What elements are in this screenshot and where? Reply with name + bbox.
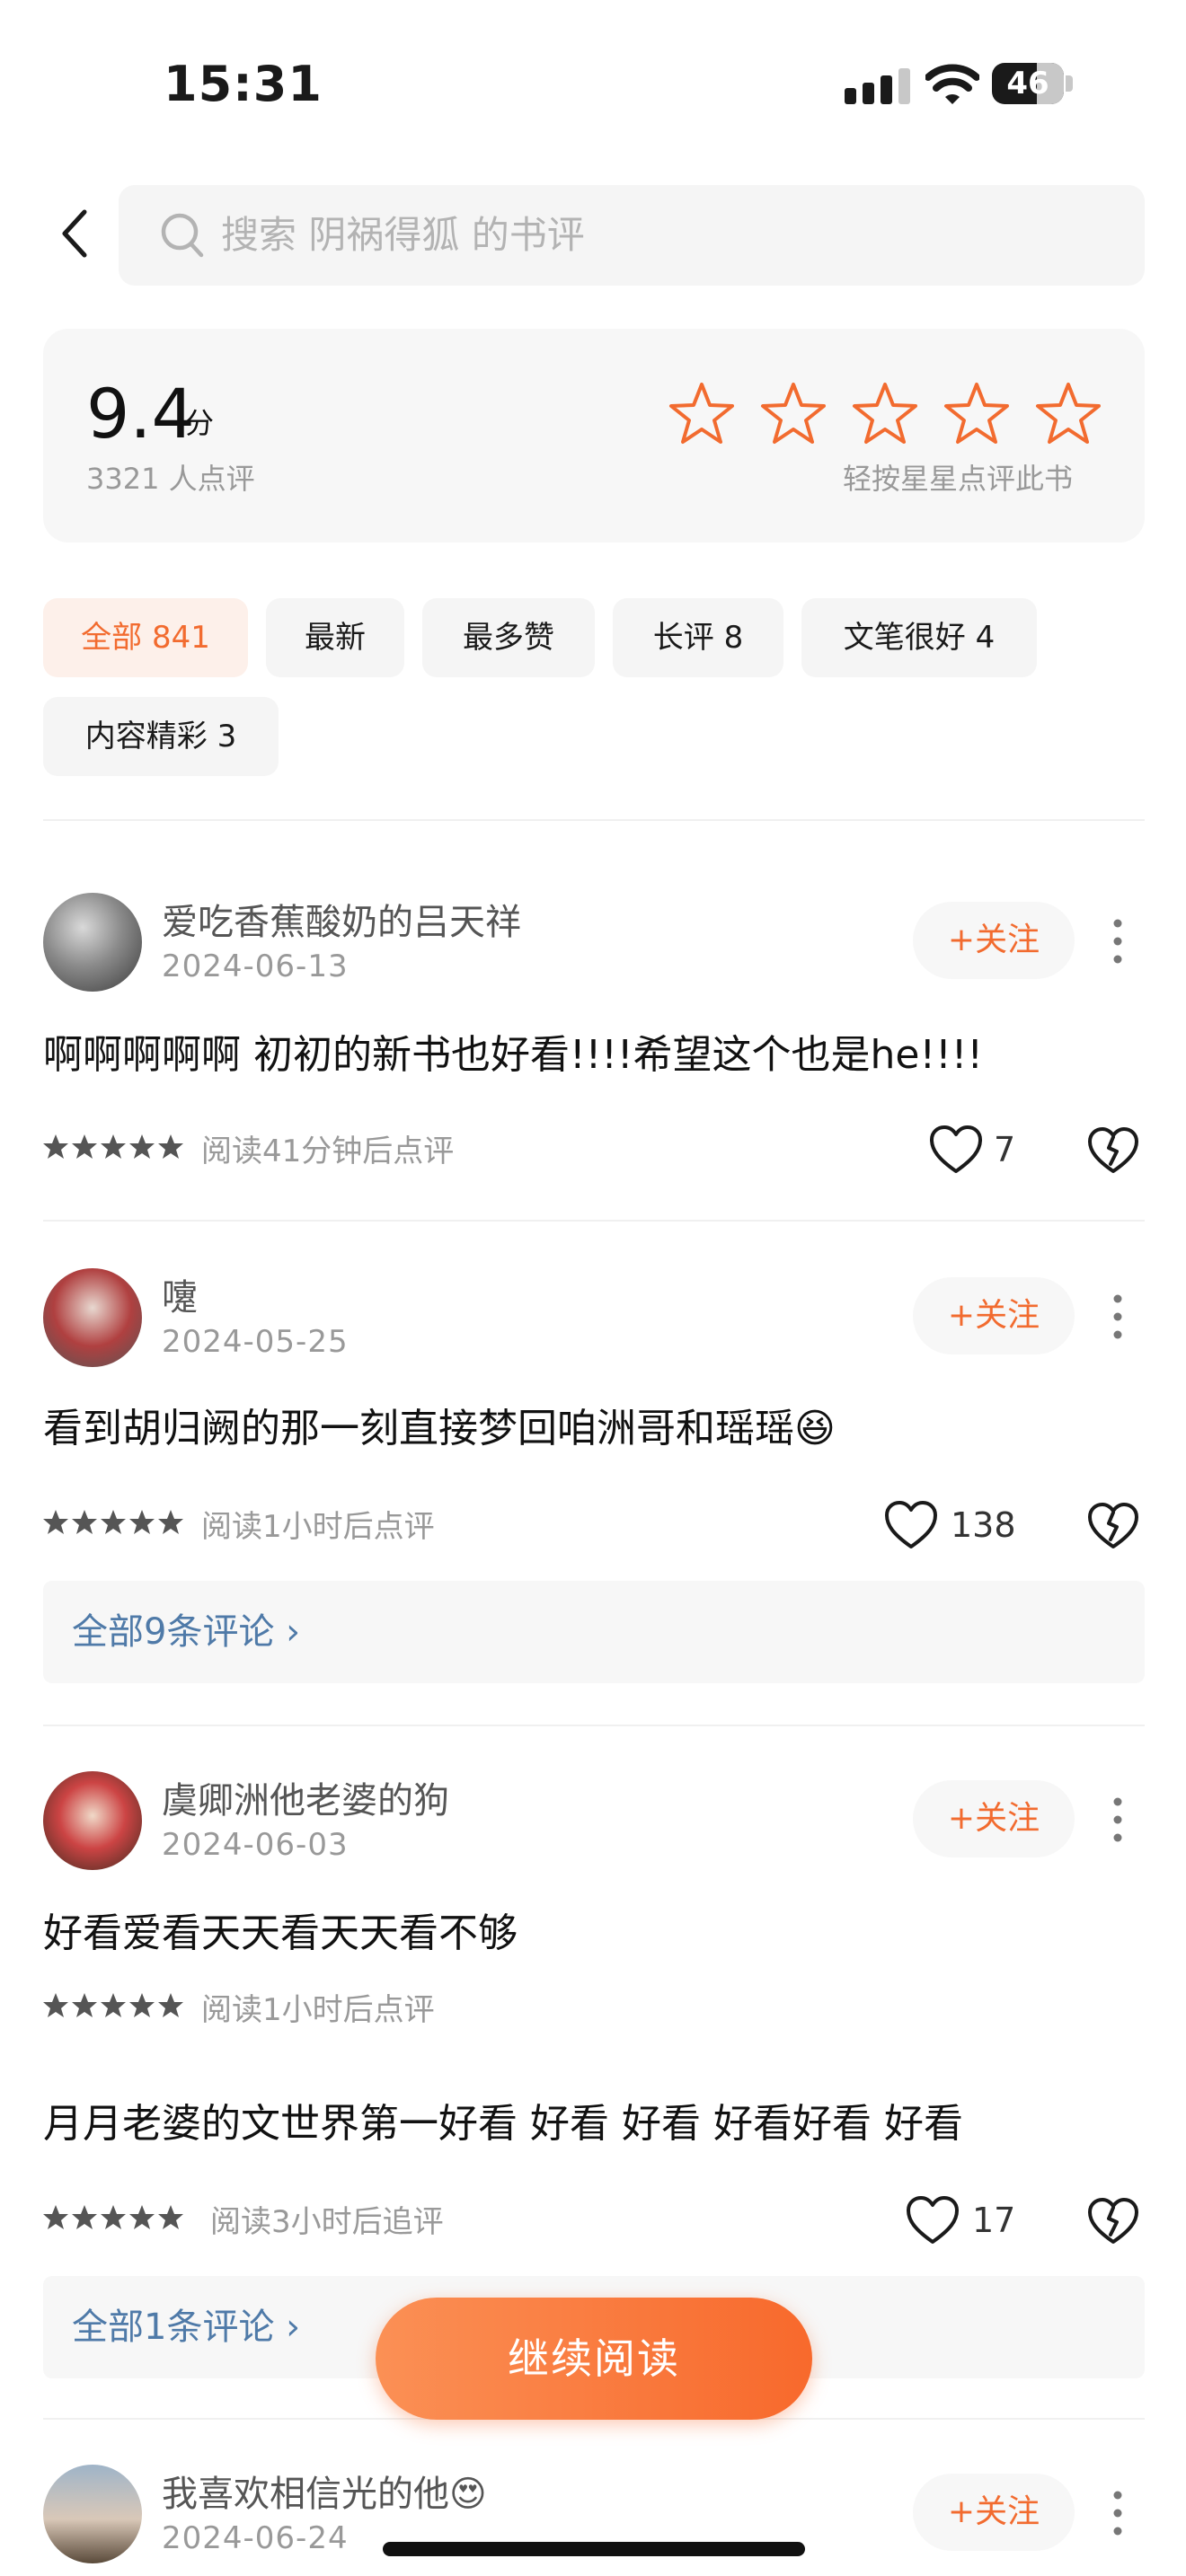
follow-button[interactable]: +关注	[913, 2474, 1075, 2551]
star-filled-icon	[129, 1510, 155, 1534]
wifi-icon	[925, 64, 979, 104]
filter-great-content[interactable]: 内容精彩 3	[43, 697, 279, 776]
average-score: 9.4	[86, 374, 195, 454]
review-username[interactable]: 嚔	[162, 1268, 198, 1320]
follow-button[interactable]: +关注	[913, 1780, 1075, 1857]
back-arrow-icon[interactable]	[54, 207, 99, 260]
review-rating-stars	[43, 1992, 187, 2019]
divider	[43, 1725, 1145, 1726]
review-content[interactable]: 好看爱看天天看天天看不够	[43, 1901, 518, 1958]
rating-count: 3321 人点评	[86, 462, 255, 496]
heart-outline-icon[interactable]	[906, 2195, 960, 2245]
filter-most-liked[interactable]: 最多赞	[422, 598, 595, 677]
review-date: 2024-06-13	[162, 948, 349, 984]
status-time: 15:31	[164, 56, 323, 112]
star-outline-icon[interactable]	[760, 381, 827, 446]
like-count: 17	[972, 2201, 1016, 2240]
filter-all[interactable]: 全部 841	[43, 598, 248, 677]
star-filled-icon	[158, 1510, 183, 1534]
followup-review-content[interactable]: 月月老婆的文世界第一好看 好看 好看 好看好看 好看	[43, 2091, 963, 2148]
more-vertical-icon[interactable]	[1109, 2486, 1127, 2540]
star-filled-icon	[158, 2205, 183, 2229]
star-filled-icon	[72, 1993, 97, 2017]
filter-latest[interactable]: 最新	[266, 598, 404, 677]
star-outline-icon[interactable]	[1035, 381, 1102, 446]
star-outline-icon[interactable]	[668, 381, 735, 446]
followup-meta: 阅读3小时后追评	[210, 2204, 444, 2240]
star-outline-icon[interactable]	[943, 381, 1010, 446]
star-filled-icon	[101, 1993, 126, 2017]
star-filled-icon	[43, 2205, 68, 2229]
review-date: 2024-06-03	[162, 1827, 349, 1863]
review-content[interactable]: 啊啊啊啊啊 初初的新书也好看!!!!希望这个也是he!!!!	[43, 1022, 983, 1080]
follow-button[interactable]: +关注	[913, 1277, 1075, 1354]
review-date: 2024-06-24	[162, 2520, 349, 2556]
review-username[interactable]: 我喜欢相信光的他😍	[162, 2465, 487, 2517]
review-meta: 阅读41分钟后点评	[201, 1134, 455, 1169]
like-count: 138	[951, 1505, 1016, 1545]
star-filled-icon	[72, 2205, 97, 2229]
star-filled-icon	[158, 1993, 183, 2017]
star-filled-icon	[129, 1134, 155, 1159]
rate-hint: 轻按星星点评此书	[843, 462, 1074, 496]
star-filled-icon	[43, 1510, 68, 1534]
review-meta: 阅读1小时后点评	[201, 1509, 435, 1545]
avatar[interactable]	[43, 1268, 142, 1367]
review-rating-stars	[43, 1134, 187, 1160]
avatar[interactable]	[43, 1771, 142, 1870]
battery-icon: 46	[992, 63, 1075, 104]
continue-reading-button[interactable]: 继续阅读	[376, 2298, 812, 2420]
star-outline-icon[interactable]	[852, 381, 918, 446]
star-filled-icon	[101, 2205, 126, 2229]
star-filled-icon	[158, 1134, 183, 1159]
followup-rating-stars	[43, 2204, 187, 2231]
cellular-signal-icon	[845, 68, 910, 104]
view-all-comments-link[interactable]: 全部1条评论 ›	[43, 2276, 300, 2378]
avatar[interactable]	[43, 893, 142, 992]
filter-long-review[interactable]: 长评 8	[613, 598, 783, 677]
divider	[43, 1220, 1145, 1222]
star-filled-icon	[72, 1510, 97, 1534]
review-username[interactable]: 爱吃香蕉酸奶的吕天祥	[162, 893, 521, 945]
star-filled-icon	[129, 2205, 155, 2229]
heart-outline-icon[interactable]	[929, 1125, 983, 1175]
review-rating-stars	[43, 1509, 187, 1536]
star-filled-icon	[129, 1993, 155, 2017]
more-vertical-icon[interactable]	[1109, 1290, 1127, 1344]
more-vertical-icon[interactable]	[1109, 914, 1127, 968]
star-filled-icon	[72, 1134, 97, 1159]
follow-button[interactable]: +关注	[913, 902, 1075, 979]
score-unit: 分	[185, 406, 215, 440]
view-all-comments-link[interactable]: 全部9条评论 ›	[43, 1581, 300, 1683]
broken-heart-icon[interactable]	[1087, 1502, 1139, 1550]
home-indicator	[383, 2542, 805, 2556]
like-count: 7	[994, 1130, 1016, 1169]
more-vertical-icon[interactable]	[1109, 1793, 1127, 1847]
filter-good-writing[interactable]: 文笔很好 4	[801, 598, 1037, 677]
divider	[43, 819, 1145, 821]
review-content[interactable]: 看到胡归阙的那一刻直接梦回咱洲哥和瑶瑶😆	[43, 1396, 836, 1453]
avatar[interactable]	[43, 2465, 142, 2563]
heart-outline-icon[interactable]	[884, 1500, 938, 1550]
broken-heart-icon[interactable]	[1087, 2197, 1139, 2245]
search-icon	[161, 213, 204, 258]
battery-level: 46	[1006, 66, 1049, 101]
star-filled-icon	[43, 1993, 68, 2017]
star-filled-icon	[43, 1134, 68, 1159]
star-filled-icon	[101, 1134, 126, 1159]
search-placeholder: 搜索 阴祸得狐 的书评	[221, 213, 585, 257]
review-date: 2024-05-25	[162, 1324, 349, 1360]
review-meta: 阅读1小时后点评	[201, 1992, 435, 2028]
broken-heart-icon[interactable]	[1087, 1126, 1139, 1175]
review-username[interactable]: 虞卿洲他老婆的狗	[162, 1771, 449, 1823]
star-filled-icon	[101, 1510, 126, 1534]
